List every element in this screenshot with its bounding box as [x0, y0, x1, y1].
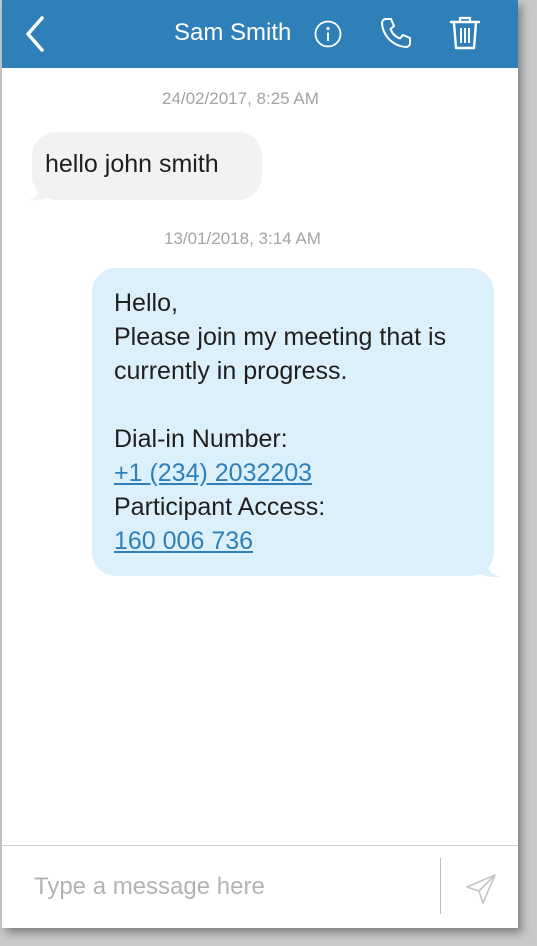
contact-name: Sam Smith — [174, 19, 292, 46]
info-icon — [314, 20, 342, 48]
back-button[interactable] — [20, 14, 50, 54]
access-code-link[interactable]: 160 006 736 — [114, 524, 492, 558]
message-body: Hello, Please join my meeting that is cu… — [114, 286, 492, 558]
chevron-left-icon — [26, 16, 44, 52]
incoming-message-bubble: hello john smith — [32, 132, 262, 200]
outgoing-message-bubble: Hello, Please join my meeting that is cu… — [92, 268, 494, 576]
phone-icon — [381, 18, 411, 48]
message-line: Dial-in Number: — [114, 425, 288, 453]
message-composer — [2, 845, 518, 928]
conversation-screen: Sam Smith 24/02/2017, 8:25 AM hello john… — [2, 0, 518, 928]
message-line: currently in progress. — [114, 357, 348, 385]
send-button[interactable] — [464, 872, 498, 906]
message-text: hello john smith — [45, 150, 219, 178]
info-button[interactable] — [314, 20, 342, 48]
call-button[interactable] — [379, 16, 413, 50]
message-timestamp: 13/01/2018, 3:14 AM — [164, 229, 321, 248]
message-line: Hello, — [114, 289, 178, 317]
composer-divider — [440, 858, 441, 914]
trash-icon — [449, 16, 481, 50]
send-icon — [466, 874, 496, 904]
message-input[interactable] — [24, 864, 444, 910]
delete-button[interactable] — [448, 15, 482, 51]
message-timestamp: 24/02/2017, 8:25 AM — [162, 89, 319, 108]
header-bar: Sam Smith — [2, 0, 518, 68]
message-line: Please join my meeting that is — [114, 323, 447, 351]
dial-in-number-link[interactable]: +1 (234) 2032203 — [114, 456, 492, 490]
message-line: Participant Access: — [114, 493, 326, 521]
